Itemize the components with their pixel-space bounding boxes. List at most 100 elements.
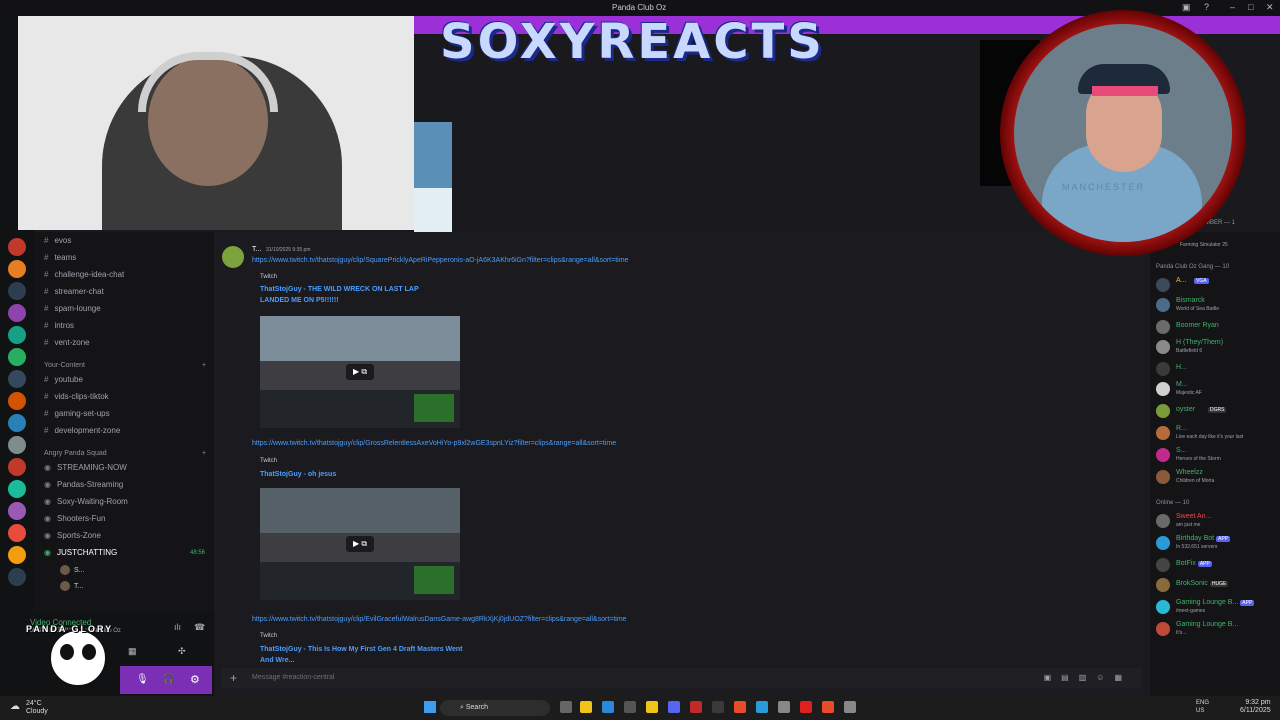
- add-channel-icon[interactable]: +: [202, 362, 206, 369]
- member-item[interactable]: BotFix APP: [1156, 556, 1280, 574]
- search-box[interactable]: ⌕ Search: [440, 700, 550, 716]
- member-item[interactable]: A... VGA: [1156, 276, 1280, 294]
- member-item[interactable]: H...: [1156, 360, 1280, 378]
- video-thumbnail[interactable]: ▶ ⧉: [260, 488, 460, 600]
- voice-channel-pandas-streaming[interactable]: ◉ Pandas-Streaming: [44, 480, 123, 489]
- inbox-icon[interactable]: ▣: [1182, 2, 1191, 13]
- discord-icon[interactable]: [668, 701, 680, 713]
- message-input[interactable]: Message #reaction-central: [252, 674, 335, 681]
- headphones-icon[interactable]: 🎧: [162, 674, 174, 685]
- minimize-icon[interactable]: –: [1230, 2, 1235, 12]
- weather-widget[interactable]: 24°C Cloudy: [26, 700, 48, 716]
- server-icon[interactable]: [8, 480, 26, 498]
- app-icon[interactable]: [624, 701, 636, 713]
- server-icon[interactable]: [8, 502, 26, 520]
- server-icon[interactable]: [8, 326, 26, 344]
- voice-channel-shooters-fun[interactable]: ◉ Shooters-Fun: [44, 514, 105, 523]
- member-item[interactable]: S... Heroes of the Storm: [1156, 446, 1280, 464]
- emoji-icon[interactable]: ☺: [1096, 673, 1114, 682]
- member-item[interactable]: H (They/Them) Battlefield 6: [1156, 338, 1280, 356]
- server-icon[interactable]: [8, 568, 26, 586]
- member-item[interactable]: Wheelzz Children of Morta: [1156, 468, 1280, 486]
- soundboard-icon[interactable]: ✣: [178, 646, 186, 657]
- channel-vent-zone[interactable]: # vent-zone: [44, 338, 90, 347]
- member-item[interactable]: Gaming Lounge B... It's...: [1156, 620, 1280, 638]
- maximize-icon[interactable]: □: [1248, 2, 1253, 12]
- channel-youtube[interactable]: # youtube: [44, 375, 83, 384]
- member-item[interactable]: Birthday Bot APP In 532,651 servers: [1156, 534, 1280, 552]
- server-icon[interactable]: [8, 546, 26, 564]
- attach-icon[interactable]: +: [230, 671, 237, 685]
- member-item[interactable]: R... Live each day like it's your last: [1156, 424, 1280, 442]
- play-icon[interactable]: ▶ ⧉: [346, 536, 374, 552]
- add-channel-icon[interactable]: +: [202, 450, 206, 457]
- clock[interactable]: 9:32 pm 6/11/2025: [1240, 699, 1271, 715]
- server-icon[interactable]: [8, 458, 26, 476]
- server-icon[interactable]: [8, 436, 26, 454]
- app-icon[interactable]: [822, 701, 834, 713]
- disconnect-icon[interactable]: ☎: [194, 622, 205, 633]
- store-icon[interactable]: [602, 701, 614, 713]
- server-icon[interactable]: [8, 260, 26, 278]
- embed-title[interactable]: ThatStojGuy - oh jesus: [260, 469, 440, 480]
- embed-title[interactable]: ThatStojGuy - This Is How My First Gen 4…: [260, 644, 470, 666]
- server-icon[interactable]: [8, 524, 26, 542]
- member-item[interactable]: Boomer Ryan: [1156, 318, 1280, 336]
- app-icon[interactable]: [756, 701, 768, 713]
- server-icon[interactable]: [8, 238, 26, 256]
- sticker-icon[interactable]: ▧: [1079, 673, 1097, 682]
- server-icon[interactable]: [8, 392, 26, 410]
- avatar[interactable]: [222, 246, 244, 268]
- voice-channel-soxy-waiting-room[interactable]: ◉ Soxy-Waiting-Room: [44, 497, 128, 506]
- settings-icon[interactable]: [844, 701, 856, 713]
- channel-challenge-idea-chat[interactable]: # challenge-idea-chat: [44, 270, 124, 279]
- server-icon[interactable]: [8, 414, 26, 432]
- close-icon[interactable]: ✕: [1266, 2, 1274, 13]
- help-icon[interactable]: ?: [1204, 2, 1209, 12]
- weather-icon[interactable]: ☁: [10, 701, 20, 712]
- server-icon[interactable]: [8, 348, 26, 366]
- voice-channel-justchatting[interactable]: ◉ JUSTCHATTING: [44, 548, 117, 557]
- soundwave-icon[interactable]: ılı: [174, 622, 181, 632]
- play-icon[interactable]: ▶ ⧉: [346, 364, 374, 380]
- channel-vids-clips-tiktok[interactable]: # vids-clips-tiktok: [44, 392, 109, 401]
- clip-link[interactable]: https://www.twitch.tv/thatstojguy/clip/G…: [252, 440, 616, 447]
- channel-teams[interactable]: # teams: [44, 253, 76, 262]
- member-item[interactable]: Bismarck World of Sea Battle: [1156, 296, 1280, 314]
- category-your-content[interactable]: Your-Content +: [44, 362, 206, 369]
- channel-intros[interactable]: # intros: [44, 321, 74, 330]
- voice-channel-sports-zone[interactable]: ◉ Sports-Zone: [44, 531, 101, 540]
- channel-development-zone[interactable]: # development-zone: [44, 426, 120, 435]
- task-view-icon[interactable]: [560, 701, 572, 713]
- apps-icon[interactable]: ▦: [1114, 673, 1132, 682]
- mic-icon[interactable]: 🎙: [136, 674, 149, 685]
- member-item[interactable]: BrokSonic HUGE: [1156, 576, 1280, 594]
- channel-streamer-chat[interactable]: # streamer-chat: [44, 287, 104, 296]
- video-thumbnail[interactable]: ▶ ⧉: [260, 316, 460, 428]
- channel-gaming-set-ups[interactable]: # gaming-set-ups: [44, 409, 110, 418]
- voice-channel-streaming-now[interactable]: ◉ STREAMING-NOW: [44, 463, 127, 472]
- file-explorer-icon[interactable]: [580, 701, 592, 713]
- server-icon[interactable]: [8, 304, 26, 322]
- channel-spam-lounge[interactable]: # spam-lounge: [44, 304, 101, 313]
- language-indicator[interactable]: ENG US: [1196, 699, 1209, 715]
- member-item[interactable]: oyster DGRS: [1156, 402, 1280, 420]
- start-icon[interactable]: [424, 701, 436, 713]
- voice-user[interactable]: T...: [60, 581, 83, 591]
- embed-title[interactable]: ThatStojGuy - THE WILD WRECK ON LAST LAP…: [260, 284, 440, 306]
- gift-icon[interactable]: ▣: [1044, 673, 1062, 682]
- member-item[interactable]: Sweet An... am just me: [1156, 512, 1280, 530]
- channel-evos[interactable]: # evos: [44, 236, 71, 245]
- message-author[interactable]: T...: [252, 246, 261, 253]
- member-item[interactable]: Gaming Lounge B... APP/meet-games: [1156, 598, 1280, 616]
- server-icon[interactable]: [8, 282, 26, 300]
- clip-link[interactable]: https://www.twitch.tv/thatstojguy/clip/E…: [252, 616, 627, 623]
- gif-icon[interactable]: ▤: [1061, 673, 1079, 682]
- app-icon[interactable]: [778, 701, 790, 713]
- chrome-icon[interactable]: [734, 701, 746, 713]
- app-icon[interactable]: [800, 701, 812, 713]
- voice-user[interactable]: S...: [60, 565, 85, 575]
- app-icon[interactable]: [690, 701, 702, 713]
- clip-link[interactable]: https://www.twitch.tv/thatstojguy/clip/S…: [252, 257, 628, 264]
- app-icon[interactable]: [646, 701, 658, 713]
